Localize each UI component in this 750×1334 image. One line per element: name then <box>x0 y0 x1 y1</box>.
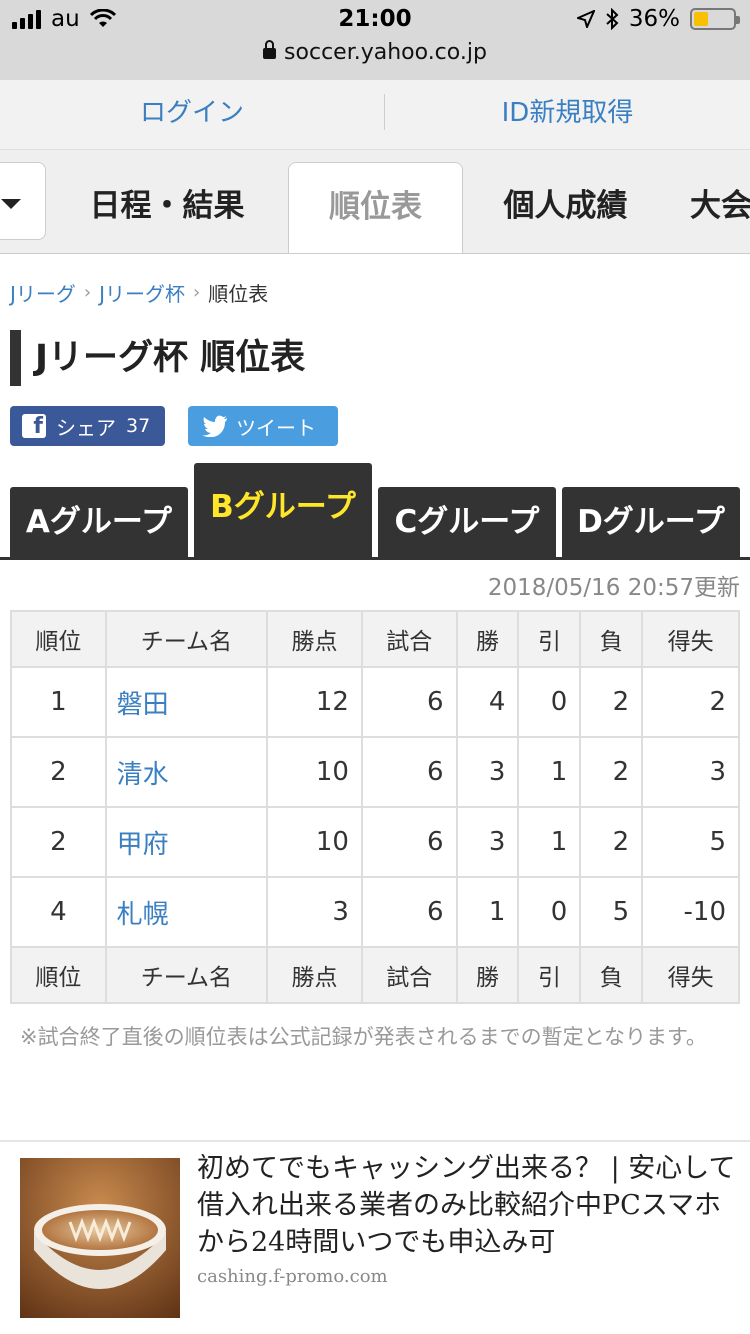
register-link[interactable]: ID新規取得 <box>385 80 750 150</box>
col-header: 負 <box>579 946 644 1004</box>
losses-cell: 5 <box>579 876 644 948</box>
ad-image[interactable] <box>20 1158 180 1318</box>
chevron-right-icon: › <box>193 282 201 303</box>
battery-icon <box>690 8 740 30</box>
table-footer-row: 順位 チーム名 勝点 試合 勝 引 負 得失 <box>10 946 740 1004</box>
played-cell: 6 <box>360 666 458 738</box>
table-row: 4 札幌 3 6 1 0 5 -10 <box>10 876 740 948</box>
points-cell: 3 <box>266 876 363 948</box>
col-header: 勝点 <box>266 610 363 668</box>
tab-group-b[interactable]: Bグループ <box>194 463 372 557</box>
draws-cell: 1 <box>517 806 582 878</box>
page-title: Jリーグ杯 順位表 <box>10 330 305 386</box>
standings-table: 順位 チーム名 勝点 試合 勝 引 負 得失 1 磐田 12 6 4 0 2 2… <box>10 610 740 1004</box>
col-header: 得失 <box>641 946 740 1004</box>
twitter-icon <box>202 415 227 437</box>
tab-tournament[interactable]: 大会 <box>668 162 750 253</box>
table-row: 2 清水 10 6 3 1 2 3 <box>10 736 740 808</box>
facebook-share-button[interactable]: f シェア 37 <box>10 406 165 446</box>
table-header-row: 順位 チーム名 勝点 試合 勝 引 負 得失 <box>10 610 740 668</box>
goal-diff-cell: 5 <box>641 806 740 878</box>
wins-cell: 1 <box>455 876 520 948</box>
col-header: 試合 <box>360 946 458 1004</box>
breadcrumb-jleague-cup[interactable]: Jリーグ杯 <box>99 278 185 307</box>
played-cell: 6 <box>360 876 458 948</box>
divider <box>0 1140 750 1142</box>
battery-percent: 36% <box>628 6 680 32</box>
tweet-label: ツイート <box>236 415 316 440</box>
facebook-icon: f <box>22 414 46 439</box>
col-header: チーム名 <box>104 946 269 1004</box>
points-cell: 10 <box>266 806 363 878</box>
points-cell: 12 <box>266 666 363 738</box>
status-bar: au 21:00 36% soccer.yahoo.co.jp <box>0 0 750 80</box>
breadcrumb-current: 順位表 <box>208 282 269 306</box>
wins-cell: 3 <box>455 736 520 808</box>
draws-cell: 1 <box>517 736 582 808</box>
team-link[interactable]: 札幌 <box>104 876 269 948</box>
updated-timestamp: 2018/05/16 20:57更新 <box>487 575 740 601</box>
losses-cell: 2 <box>579 806 644 878</box>
draws-cell: 0 <box>517 666 582 738</box>
losses-cell: 2 <box>579 666 644 738</box>
col-header: 順位 <box>10 610 107 668</box>
rank-cell: 2 <box>10 736 107 808</box>
provisional-note: ※試合終了直後の順位表は公式記録が発表されるまでの暫定となります。 <box>20 1025 707 1049</box>
main-tabs: 日程・結果 順位表 個人成績 大会 <box>0 150 750 254</box>
ad-title-link[interactable]: 初めてでもキャッシング出来る？ | 安心して借入れ出来る業者のみ比較紹介中PCス… <box>197 1150 737 1261</box>
col-header: 得失 <box>641 610 740 668</box>
breadcrumb: Jリーグ › Jリーグ杯 › 順位表 <box>10 278 268 307</box>
tab-standings[interactable]: 順位表 <box>288 162 463 253</box>
breadcrumb-jleague[interactable]: Jリーグ <box>10 278 76 307</box>
played-cell: 6 <box>360 736 458 808</box>
tab-player-stats[interactable]: 個人成績 <box>478 162 653 253</box>
group-tabs: Aグループ Bグループ Cグループ Dグループ <box>0 463 750 560</box>
chevron-right-icon: › <box>83 282 92 303</box>
col-header: 順位 <box>10 946 107 1004</box>
tab-group-c[interactable]: Cグループ <box>378 487 556 557</box>
goal-diff-cell: -10 <box>641 876 740 948</box>
bluetooth-icon <box>606 8 619 30</box>
col-header: 引 <box>517 946 582 1004</box>
tab-group-a[interactable]: Aグループ <box>10 487 188 557</box>
location-icon <box>576 10 595 28</box>
table-row: 2 甲府 10 6 3 1 2 5 <box>10 806 740 878</box>
team-link[interactable]: 清水 <box>104 736 269 808</box>
team-link[interactable]: 甲府 <box>104 806 269 878</box>
played-cell: 6 <box>360 806 458 878</box>
share-count: 37 <box>126 415 151 437</box>
col-header: 引 <box>517 610 582 668</box>
goal-diff-cell: 3 <box>641 736 740 808</box>
tab-schedule[interactable]: 日程・結果 <box>62 162 272 253</box>
facebook-share-label: シェア <box>56 415 116 440</box>
rank-cell: 4 <box>10 876 107 948</box>
coffee-cup-image <box>20 1158 180 1318</box>
login-link[interactable]: ログイン <box>0 80 384 150</box>
losses-cell: 2 <box>579 736 644 808</box>
col-header: 試合 <box>360 610 458 668</box>
col-header: 勝 <box>455 610 520 668</box>
col-header: チーム名 <box>104 610 269 668</box>
ad-url: cashing.f-promo.com <box>197 1266 388 1287</box>
col-header: 負 <box>579 610 644 668</box>
wins-cell: 4 <box>455 666 520 738</box>
table-row: 1 磐田 12 6 4 0 2 2 <box>10 666 740 738</box>
tweet-button[interactable]: ツイート <box>188 406 338 446</box>
points-cell: 10 <box>266 736 363 808</box>
login-bar: ログイン ID新規取得 <box>0 80 750 150</box>
rank-cell: 2 <box>10 806 107 878</box>
rank-cell: 1 <box>10 666 107 738</box>
url-text: soccer.yahoo.co.jp <box>284 40 487 65</box>
team-link[interactable]: 磐田 <box>104 666 269 738</box>
address-bar[interactable]: soccer.yahoo.co.jp <box>0 40 750 65</box>
draws-cell: 0 <box>517 876 582 948</box>
col-header: 勝点 <box>266 946 363 1004</box>
col-header: 勝 <box>455 946 520 1004</box>
menu-button[interactable] <box>0 162 46 240</box>
chevron-down-icon <box>1 199 21 209</box>
goal-diff-cell: 2 <box>641 666 740 738</box>
tab-group-d[interactable]: Dグループ <box>562 487 740 557</box>
lock-icon <box>263 40 277 59</box>
wins-cell: 3 <box>455 806 520 878</box>
